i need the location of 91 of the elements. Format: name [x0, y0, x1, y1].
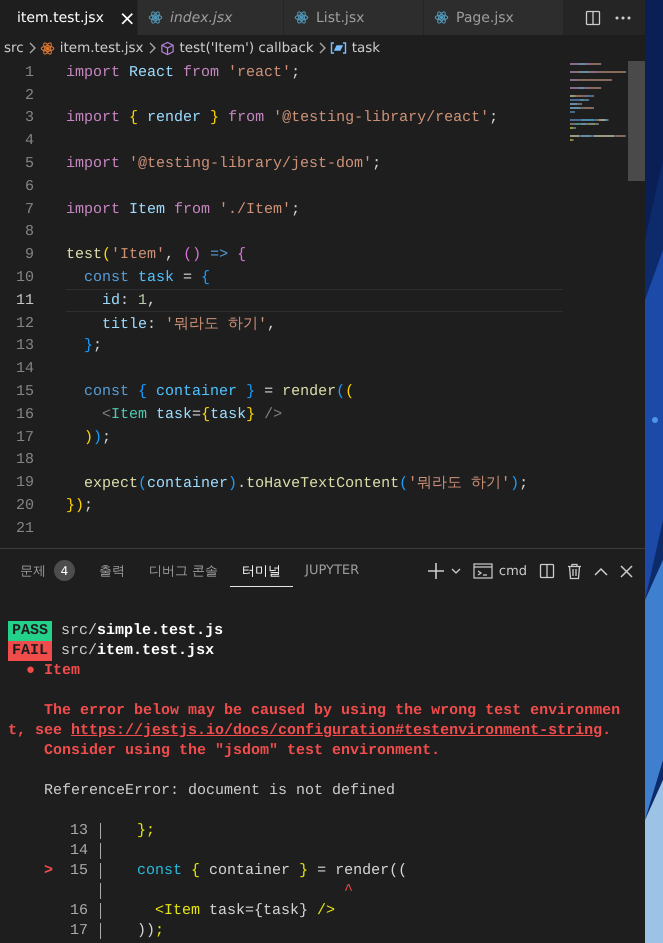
panel-tab[interactable]: 터미널: [230, 556, 294, 586]
line-number: 13: [68, 821, 88, 841]
breadcrumb[interactable]: task: [352, 40, 380, 56]
error-text: ● Item: [25, 662, 80, 679]
code-line: import React from 'react';: [66, 64, 300, 81]
line-number: 13: [14, 337, 34, 354]
error-line-marker: >: [44, 862, 54, 879]
split-editor-icon[interactable]: [585, 10, 601, 26]
chevron-up-icon[interactable]: [594, 566, 608, 576]
count-badge: 4: [54, 560, 75, 581]
line-number: 5: [24, 155, 34, 172]
error-text: Consider using the "jsdom" test environment.: [43, 742, 440, 759]
code-line: test('Item', () => {: [66, 246, 246, 264]
code-line: import Item from './Item';: [66, 200, 300, 218]
code-line: import { render } from '@testing-library/react';: [66, 109, 498, 126]
line-number: 21: [14, 520, 34, 537]
line-number: 16: [68, 901, 88, 921]
code-line: expect(container).toHaveTextContent('뭐라도 하기');: [83, 474, 528, 492]
line-number: 12: [14, 314, 34, 332]
line-number: 11: [14, 292, 34, 309]
line-number: 19: [14, 474, 34, 492]
error-text: The error below may be caused by using the wrong test environmen: [43, 702, 620, 719]
line-number: 6: [24, 178, 34, 195]
line-number: 17: [14, 428, 34, 446]
chevron-icon: [318, 42, 326, 54]
panel-tab[interactable]: 문제 4: [8, 554, 87, 588]
react-icon: [40, 40, 55, 56]
more-icon[interactable]: [615, 16, 631, 20]
scrollbar-thumb[interactable]: [628, 61, 645, 181]
code-excerpt-line: };: [136, 821, 156, 841]
line-number: 15: [68, 861, 88, 881]
line-number: 10: [14, 269, 34, 286]
react-icon: [434, 10, 449, 25]
variable-icon: [330, 41, 347, 55]
react-icon: [148, 10, 163, 25]
code-line: const { container } = render((: [83, 383, 354, 400]
close-icon[interactable]: ×: [118, 8, 136, 28]
chevron-icon: [28, 42, 36, 54]
editor-tab[interactable]: List.jsx: [284, 0, 424, 35]
test-file-path: src/simple.test.js: [61, 622, 224, 639]
chevron-icon: [148, 42, 156, 54]
code-excerpt-line: const { container } = render((: [136, 861, 408, 881]
editor-tab[interactable]: item.test.jsx ×: [0, 0, 138, 35]
code-line: const task = {: [83, 269, 210, 286]
code-line: });: [66, 497, 94, 514]
line-number: 1: [24, 64, 34, 81]
editor-tab[interactable]: Page.jsx: [424, 0, 564, 35]
line-number: 15: [14, 383, 34, 400]
code-line: title: '뭐라도 하기',: [101, 314, 276, 333]
line-number: 20: [14, 497, 34, 514]
line-number: 7: [24, 200, 34, 218]
line-number: 8: [24, 223, 34, 240]
error-text: t, see https://jestjs.io/docs/configuration#testenvironment-string.: [8, 722, 612, 739]
line-number: 2: [24, 86, 34, 104]
panel-tab[interactable]: 디버그 콘솔: [137, 556, 230, 586]
terminal-profile[interactable]: cmd: [498, 564, 527, 578]
status-badge: FAIL: [8, 641, 52, 661]
split-terminal-icon[interactable]: [539, 563, 555, 579]
line-number: 14: [14, 360, 34, 378]
code-excerpt-line: ));: [136, 921, 164, 941]
line-number: 16: [14, 406, 34, 423]
trash-icon[interactable]: [567, 562, 582, 580]
line-number: 14: [68, 841, 88, 861]
status-badge: PASS: [8, 621, 52, 641]
editor-tab[interactable]: index.jsx: [138, 0, 284, 35]
close-icon[interactable]: [620, 564, 633, 578]
line-number: 18: [14, 451, 34, 468]
code-line: import '@testing-library/jest-dom';: [66, 155, 382, 172]
breadcrumb[interactable]: src: [4, 40, 24, 56]
chevron-down-icon[interactable]: [450, 567, 461, 575]
panel-tab[interactable]: 출력: [87, 556, 137, 586]
line-number: 4: [24, 132, 34, 150]
line-number: 3: [24, 109, 34, 126]
code-line: <Item task={task} />: [101, 406, 282, 423]
breadcrumb[interactable]: item.test.jsx: [60, 40, 144, 56]
caret-marker: ^: [343, 881, 354, 901]
code-line: ));: [83, 428, 112, 446]
docs-link[interactable]: https://jestjs.io/docs/configuration#testenvironment-string: [71, 722, 602, 739]
code-line: };: [83, 337, 102, 354]
test-file-path: src/item.test.jsx: [61, 642, 214, 659]
cube-icon: [160, 40, 175, 56]
plus-icon[interactable]: [426, 562, 445, 580]
line-number: 9: [24, 246, 34, 264]
panel-tab[interactable]: JUPYTER: [293, 557, 372, 585]
error-message: ReferenceError: document is not defined: [43, 782, 396, 799]
line-number: 17: [68, 921, 88, 941]
terminal-icon[interactable]: [472, 563, 493, 579]
code-line: id: 1,: [101, 292, 156, 309]
react-icon: [294, 10, 309, 25]
breadcrumb[interactable]: test('Item') callback: [180, 40, 314, 56]
code-excerpt-line: <Item task={task} />: [154, 901, 336, 921]
